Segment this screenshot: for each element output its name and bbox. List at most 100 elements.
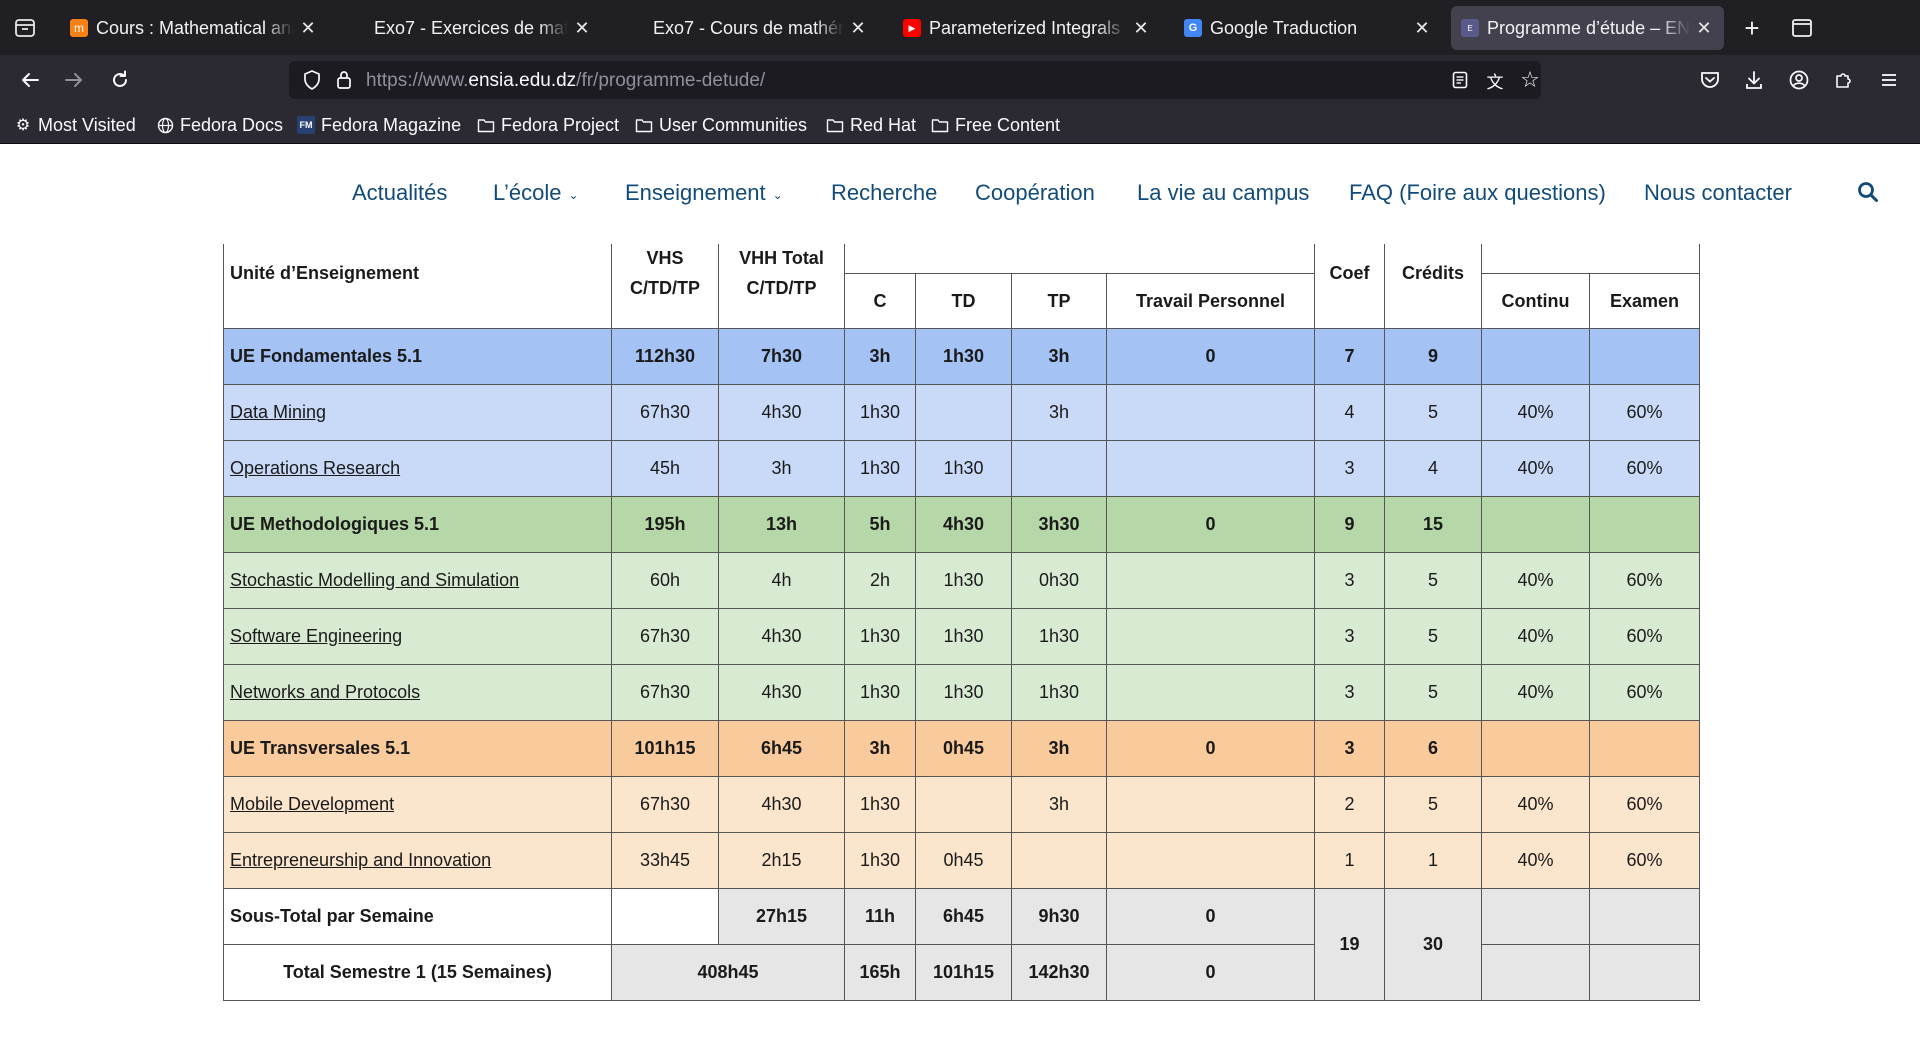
account-icon (1789, 70, 1809, 90)
window-button[interactable] (1785, 11, 1819, 45)
bookmark-fedora-magazine[interactable]: FM Fedora Magazine (297, 113, 461, 137)
bookmark-red-hat[interactable]: Red Hat (826, 113, 916, 137)
close-tab-icon[interactable]: ✕ (572, 18, 592, 38)
url-text[interactable]: https://www.ensia.edu.dz/fr/programme-de… (366, 70, 765, 92)
cell-td (915, 776, 1012, 833)
header-vhh-line2: C/TD/TP (746, 278, 817, 298)
cell-td: 1h30 (915, 328, 1012, 385)
cell-credits: 9 (1384, 328, 1482, 385)
browser-tab[interactable]: ▶ Parameterized Integrals - ✕ (893, 6, 1161, 50)
cell-coef: 2 (1314, 776, 1385, 833)
back-button[interactable] (13, 63, 47, 97)
cell-tp: 9h30 (1011, 888, 1107, 945)
cell-tp (1011, 440, 1107, 497)
cell-tp: 1h30 (1011, 664, 1107, 721)
module-link[interactable]: Stochastic Modelling and Simulation (230, 570, 519, 590)
menu-item-label: Enseignement (625, 180, 766, 205)
menu-item-label: Nous contacter (1644, 180, 1792, 205)
browser-tab-active[interactable]: E Programme d’étude – EN ✕ (1451, 6, 1724, 50)
menu-item-label: Actualités (352, 180, 448, 205)
bookmark-free-content[interactable]: Free Content (931, 113, 1060, 137)
module-link[interactable]: Data Mining (230, 402, 326, 422)
menu-item-label: Recherche (831, 180, 938, 205)
close-tab-icon[interactable]: ✕ (848, 18, 868, 38)
tracking-protection-shield-icon[interactable] (297, 65, 327, 95)
cell-coef: 9 (1314, 496, 1385, 553)
cell-vhh: 4h30 (718, 608, 845, 665)
tab-list-button[interactable] (8, 11, 42, 45)
folder-icon (826, 116, 844, 134)
browser-tab[interactable]: m Cours : Mathematical ana ✕ (60, 6, 328, 50)
cell-c: 11h (844, 888, 916, 945)
close-tab-icon[interactable]: ✕ (1694, 18, 1714, 38)
close-tab-icon[interactable]: ✕ (1412, 18, 1432, 38)
lock-icon[interactable] (329, 65, 359, 95)
close-tab-icon[interactable]: ✕ (1131, 18, 1151, 38)
cell-coef: 3 (1314, 720, 1385, 777)
browser-tab[interactable]: G Google Traduction ✕ (1174, 6, 1442, 50)
chevron-down-icon: ⌄ (772, 187, 783, 202)
new-tab-button[interactable]: + (1735, 11, 1769, 45)
cell-td: 0h45 (915, 832, 1012, 889)
browser-tab[interactable]: Exo7 - Exercices de mathe ✕ (364, 6, 602, 50)
cell-credits: 5 (1384, 776, 1482, 833)
search-button[interactable] (1857, 181, 1883, 207)
module-link[interactable]: Networks and Protocols (230, 682, 420, 702)
cell-credits: 15 (1384, 496, 1482, 553)
menu-item-actualites[interactable]: Actualités (352, 180, 447, 206)
bookmark-most-visited[interactable]: ⚙ Most Visited (14, 113, 136, 137)
cell-coef: 3 (1314, 552, 1385, 609)
cell-vhh: 4h30 (718, 664, 845, 721)
cell-continu (1481, 328, 1590, 385)
menu-item-ecole[interactable]: L’école ⌄ (493, 180, 579, 206)
close-tab-icon[interactable]: ✕ (298, 18, 318, 38)
account-button[interactable] (1782, 63, 1816, 97)
cell-vhh: 27h15 (718, 888, 845, 945)
extensions-button[interactable] (1827, 63, 1861, 97)
reader-view-icon[interactable] (1445, 65, 1475, 95)
module-name-cell: Operations Research (223, 440, 612, 497)
menu-item-vie-campus[interactable]: La vie au campus (1137, 180, 1309, 206)
tab-bar: m Cours : Mathematical ana ✕ Exo7 - Exer… (0, 0, 1920, 55)
bookmark-star-icon[interactable]: ☆ (1515, 65, 1545, 95)
module-link[interactable]: Operations Research (230, 458, 400, 478)
cell-examen: 60% (1589, 776, 1700, 833)
cell-c: 1h30 (844, 664, 916, 721)
cell-coef: 3 (1314, 608, 1385, 665)
menu-item-recherche[interactable]: Recherche (831, 180, 937, 206)
bookmark-user-communities[interactable]: User Communities (635, 113, 807, 137)
cell-td: 4h30 (915, 496, 1012, 553)
pocket-button[interactable] (1693, 63, 1727, 97)
translate-icon[interactable]: 文 (1480, 65, 1510, 95)
url-path: /fr/programme-detude/ (576, 70, 766, 91)
reload-button[interactable] (103, 63, 137, 97)
cell-travail (1106, 664, 1315, 721)
menu-item-enseignement[interactable]: Enseignement ⌄ (625, 180, 783, 206)
app-menu-button[interactable] (1872, 63, 1906, 97)
cell-travail (1106, 776, 1315, 833)
module-link[interactable]: Mobile Development (230, 794, 394, 814)
module-name-cell: Data Mining (223, 384, 612, 441)
ue-row: UE Fondamentales 5.1 112h30 7h30 3h 1h30… (223, 328, 1700, 385)
cell-vhs: 195h (611, 496, 719, 553)
menu-item-label: Coopération (975, 180, 1095, 205)
url-bar[interactable]: https://www.ensia.edu.dz/fr/programme-de… (289, 61, 1541, 99)
total-label: Total Semestre 1 (15 Semaines) (223, 944, 612, 1001)
cell-td: 1h30 (915, 608, 1012, 665)
bookmark-fedora-docs[interactable]: Fedora Docs (156, 113, 283, 137)
module-row: Mobile Development 67h30 4h30 1h30 3h 2 … (223, 776, 1700, 833)
menu-item-contact[interactable]: Nous contacter (1644, 180, 1792, 206)
module-link[interactable]: Software Engineering (230, 626, 402, 646)
menu-item-faq[interactable]: FAQ (Foire aux questions) (1349, 180, 1606, 206)
ue-name: UE Transversales 5.1 (223, 720, 612, 777)
forward-button[interactable] (57, 63, 91, 97)
bookmark-fedora-project[interactable]: Fedora Project (477, 113, 619, 137)
module-name-cell: Entrepreneurship and Innovation (223, 832, 612, 889)
cell-continu: 40% (1481, 384, 1590, 441)
header-travail: Travail Personnel (1106, 273, 1315, 329)
module-link[interactable]: Entrepreneurship and Innovation (230, 850, 491, 870)
menu-item-cooperation[interactable]: Coopération (975, 180, 1095, 206)
browser-tab[interactable]: Exo7 - Cours de mathéma ✕ (643, 6, 878, 50)
cell-vhs: 67h30 (611, 384, 719, 441)
downloads-button[interactable] (1737, 63, 1771, 97)
